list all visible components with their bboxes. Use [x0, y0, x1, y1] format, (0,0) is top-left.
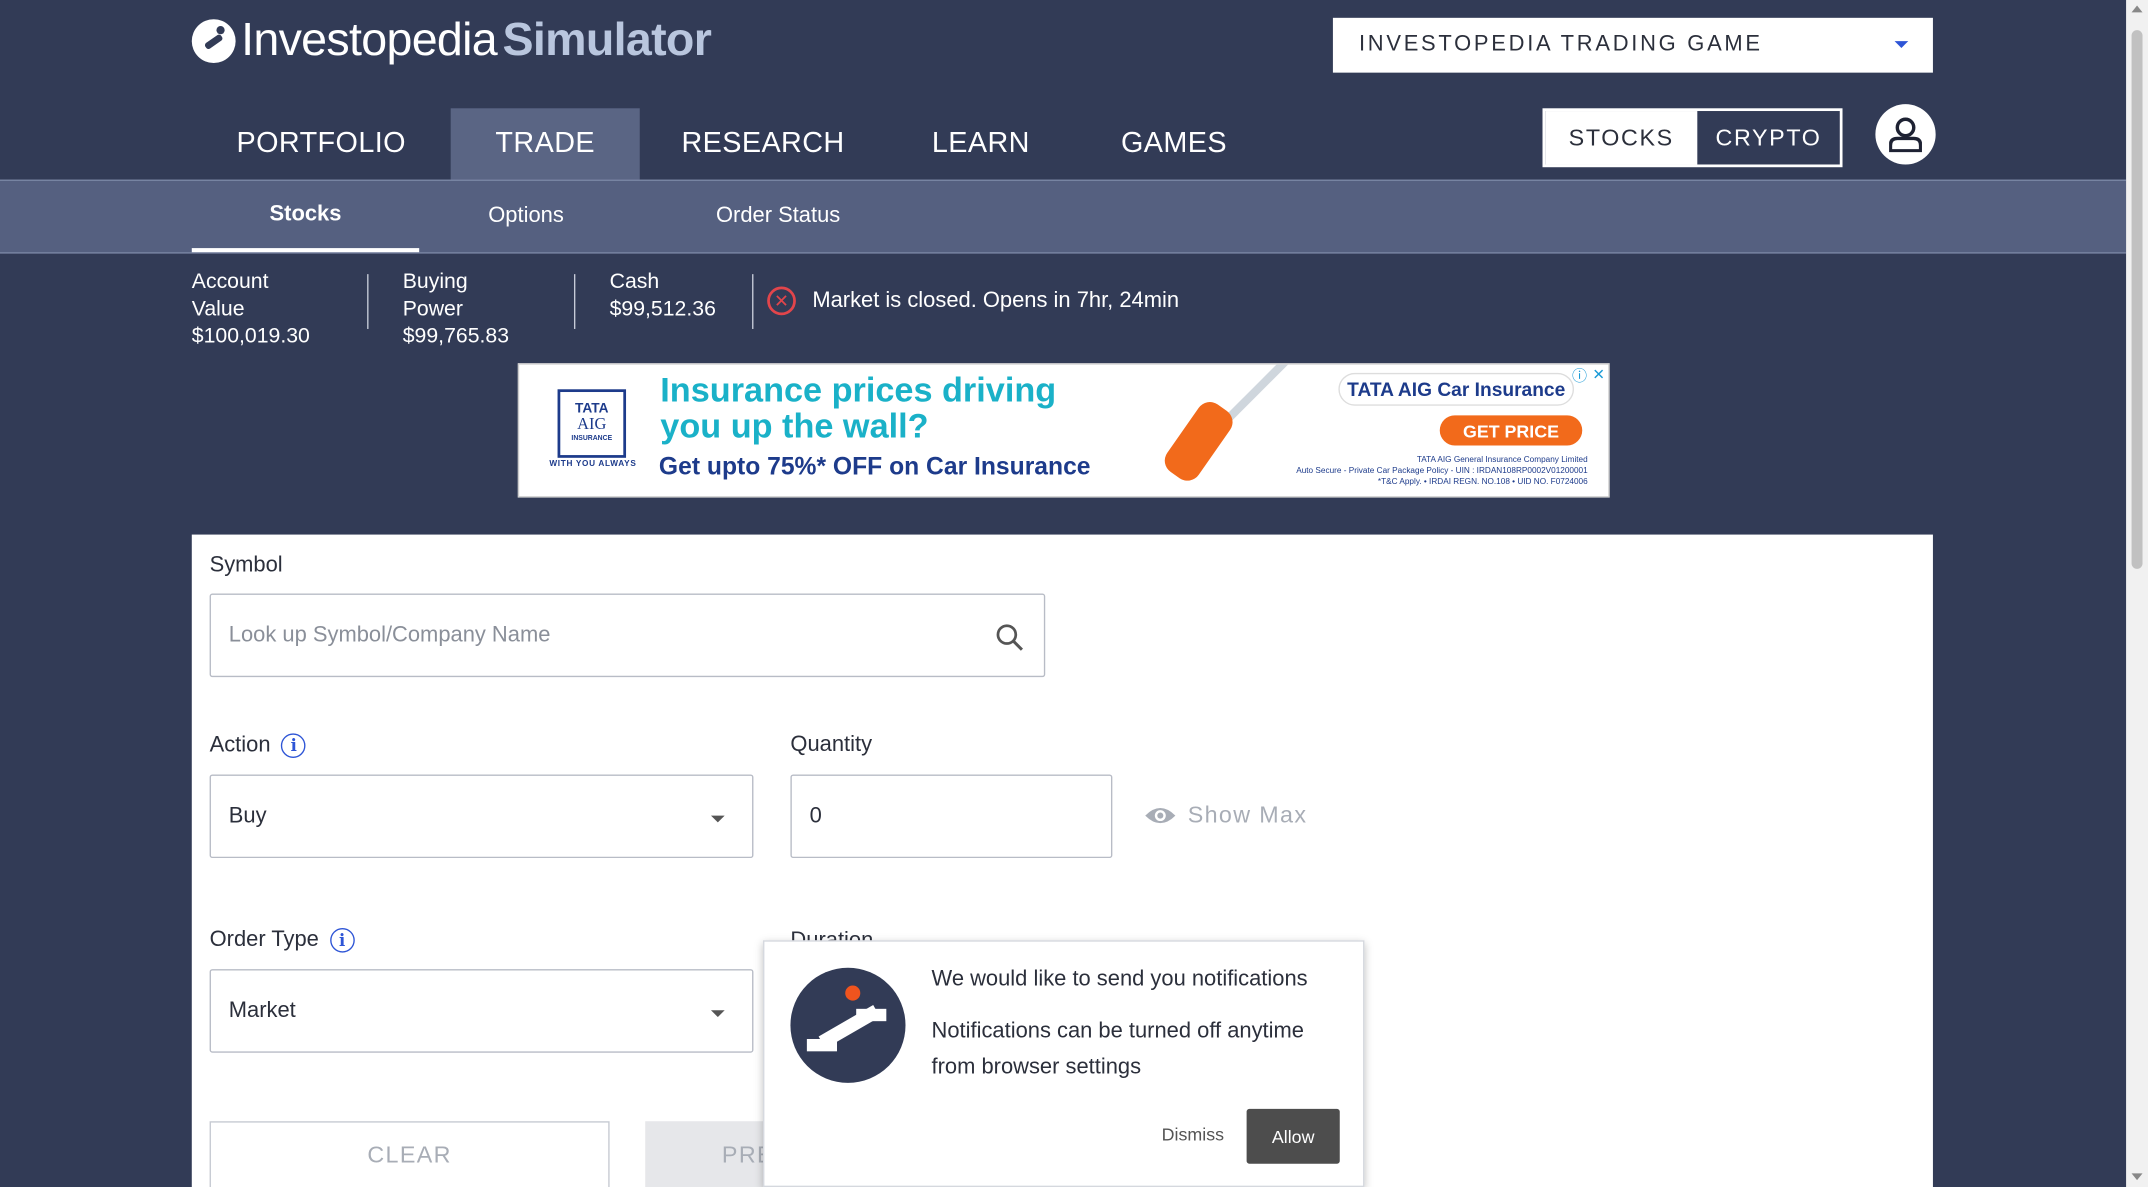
ad-fine-print: TATA AIG General Insurance Company Limit… [1256, 455, 1588, 488]
search-icon[interactable] [995, 622, 1025, 652]
asset-type-toggle: STOCKS CRYPTO [1542, 108, 1843, 168]
logo-text-investopedia: Investopedia [241, 13, 498, 66]
account-value-stat: Account Value $100,019.30 [192, 269, 310, 351]
close-circle-icon: ✕ [767, 286, 796, 316]
action-label: Action [209, 733, 271, 757]
action-value: Buy [228, 803, 267, 828]
subtab-options[interactable]: Options [419, 181, 633, 252]
ad-headline: Insurance prices driving you up the wall… [660, 373, 1056, 444]
quantity-input[interactable]: 0 [790, 774, 1113, 859]
nav-learn[interactable]: LEARN [886, 108, 1075, 179]
nav-games[interactable]: GAMES [1075, 108, 1272, 179]
ad-headline-1: Insurance prices driving [660, 371, 1057, 410]
info-icon[interactable]: i [281, 733, 307, 758]
notification-title: We would like to send you notifications [931, 967, 1308, 992]
game-select-value: INVESTOPEDIA TRADING GAME [1358, 32, 1763, 57]
order-type-label-row: Order Type i [209, 927, 355, 953]
market-status: ✕ Market is closed. Opens in 7hr, 24min [767, 286, 1180, 316]
symbol-search-input[interactable]: Look up Symbol/Company Name [209, 593, 1046, 678]
show-max-label: Show Max [1187, 801, 1308, 828]
notification-permission-popup: We would like to send you notifications … [763, 940, 1365, 1187]
quantity-label: Quantity [790, 733, 873, 757]
market-status-text: Market is closed. Opens in 7hr, 24min [812, 288, 1180, 312]
tata-aig-logo: TATA AIG INSURANCE [557, 389, 627, 458]
chevron-down-icon [710, 1010, 725, 1018]
ad-subhead: Get upto 75%* OFF on Car Insurance [658, 452, 1091, 480]
divider [367, 274, 369, 329]
ad-product-pill: TATA AIG Car Insurance [1338, 372, 1575, 406]
chevron-down-icon [1894, 41, 1909, 48]
action-label-row: Action i [210, 733, 307, 758]
buying-power-value: $99,765.83 [402, 324, 510, 349]
symbol-label: Symbol [209, 553, 283, 578]
toggle-stocks[interactable]: STOCKS [1545, 111, 1698, 165]
ad-tagline: WITH YOU ALWAYS [549, 460, 637, 469]
scroll-down-icon[interactable] [2131, 1173, 2143, 1181]
notification-body: Notifications can be turned off anytime … [931, 1019, 1304, 1079]
account-value: $100,019.30 [191, 324, 310, 349]
nav-research[interactable]: RESEARCH [640, 108, 887, 179]
ad-get-price-button[interactable]: GET PRICE [1439, 415, 1583, 446]
cash-value: $99,512.36 [609, 297, 716, 321]
ad-brand-2: AIG [577, 413, 607, 433]
ad-headline-2: you up the wall? [660, 407, 929, 446]
account-value-label: Account Value [191, 270, 269, 321]
page-scrollbar[interactable] [2126, 0, 2148, 1187]
info-icon[interactable]: i [329, 927, 355, 953]
buying-power-stat: Buying Power $99,765.83 [403, 269, 509, 351]
ad-arrow-graphic [1222, 364, 1296, 425]
investopedia-logo[interactable]: Investopedia Simulator [191, 13, 712, 67]
subtab-stocks[interactable]: Stocks [191, 181, 420, 253]
action-select[interactable]: Buy [209, 774, 754, 859]
cash-stat: Cash $99,512.36 [610, 269, 716, 324]
user-account-button[interactable] [1875, 104, 1936, 165]
logo-text-simulator: Simulator [502, 13, 712, 66]
divider [752, 274, 754, 329]
ad-fine-2: Auto Secure - Private Car Package Policy… [1296, 467, 1588, 476]
car-graphic [1159, 396, 1238, 487]
ad-fine-3: *T&C Apply. • IRDAI REGN. NO.108 • UID N… [1377, 478, 1588, 487]
scroll-up-icon[interactable] [2131, 5, 2143, 13]
ad-controls: ⓘ ✕ [1570, 365, 1608, 386]
investopedia-logo-icon [790, 967, 906, 1083]
cash-label: Cash [609, 270, 660, 294]
close-icon[interactable]: ✕ [1589, 365, 1608, 386]
chevron-down-icon [710, 815, 725, 823]
main-nav: PORTFOLIO TRADE RESEARCH LEARN GAMES [192, 108, 1273, 180]
quantity-value: 0 [809, 803, 822, 828]
game-select-dropdown[interactable]: INVESTOPEDIA TRADING GAME [1332, 17, 1933, 73]
nav-portfolio[interactable]: PORTFOLIO [192, 108, 451, 179]
user-icon [1889, 117, 1922, 153]
clear-button[interactable]: CLEAR [209, 1121, 610, 1187]
order-type-value: Market [228, 998, 296, 1022]
divider [573, 274, 576, 329]
toggle-crypto[interactable]: CRYPTO [1697, 111, 1839, 164]
ad-fine-1: TATA AIG General Insurance Company Limit… [1416, 456, 1588, 465]
order-type-select[interactable]: Market [209, 969, 754, 1053]
adchoices-icon[interactable]: ⓘ [1570, 365, 1589, 386]
eye-icon [1145, 808, 1176, 824]
scrollbar-thumb[interactable] [2131, 30, 2143, 569]
buying-power-label: Buying Power [402, 270, 468, 321]
logo-icon [191, 18, 236, 63]
allow-button[interactable]: Allow [1246, 1108, 1340, 1164]
symbol-placeholder: Look up Symbol/Company Name [228, 622, 551, 647]
logo-dot [845, 985, 861, 1001]
dismiss-button[interactable]: Dismiss [1162, 1124, 1224, 1145]
nav-trade[interactable]: TRADE [450, 108, 640, 180]
advertisement-banner[interactable]: TATA AIG INSURANCE WITH YOU ALWAYS Insur… [517, 363, 1610, 498]
ad-brand-3: INSURANCE [571, 433, 613, 443]
order-type-label: Order Type [209, 928, 319, 952]
subtab-order-status[interactable]: Order Status [633, 181, 923, 252]
logo-stroke [806, 1038, 838, 1052]
trade-sub-nav: Stocks Options Order Status [0, 179, 2127, 254]
show-max-button[interactable]: Show Max [1144, 802, 1308, 829]
